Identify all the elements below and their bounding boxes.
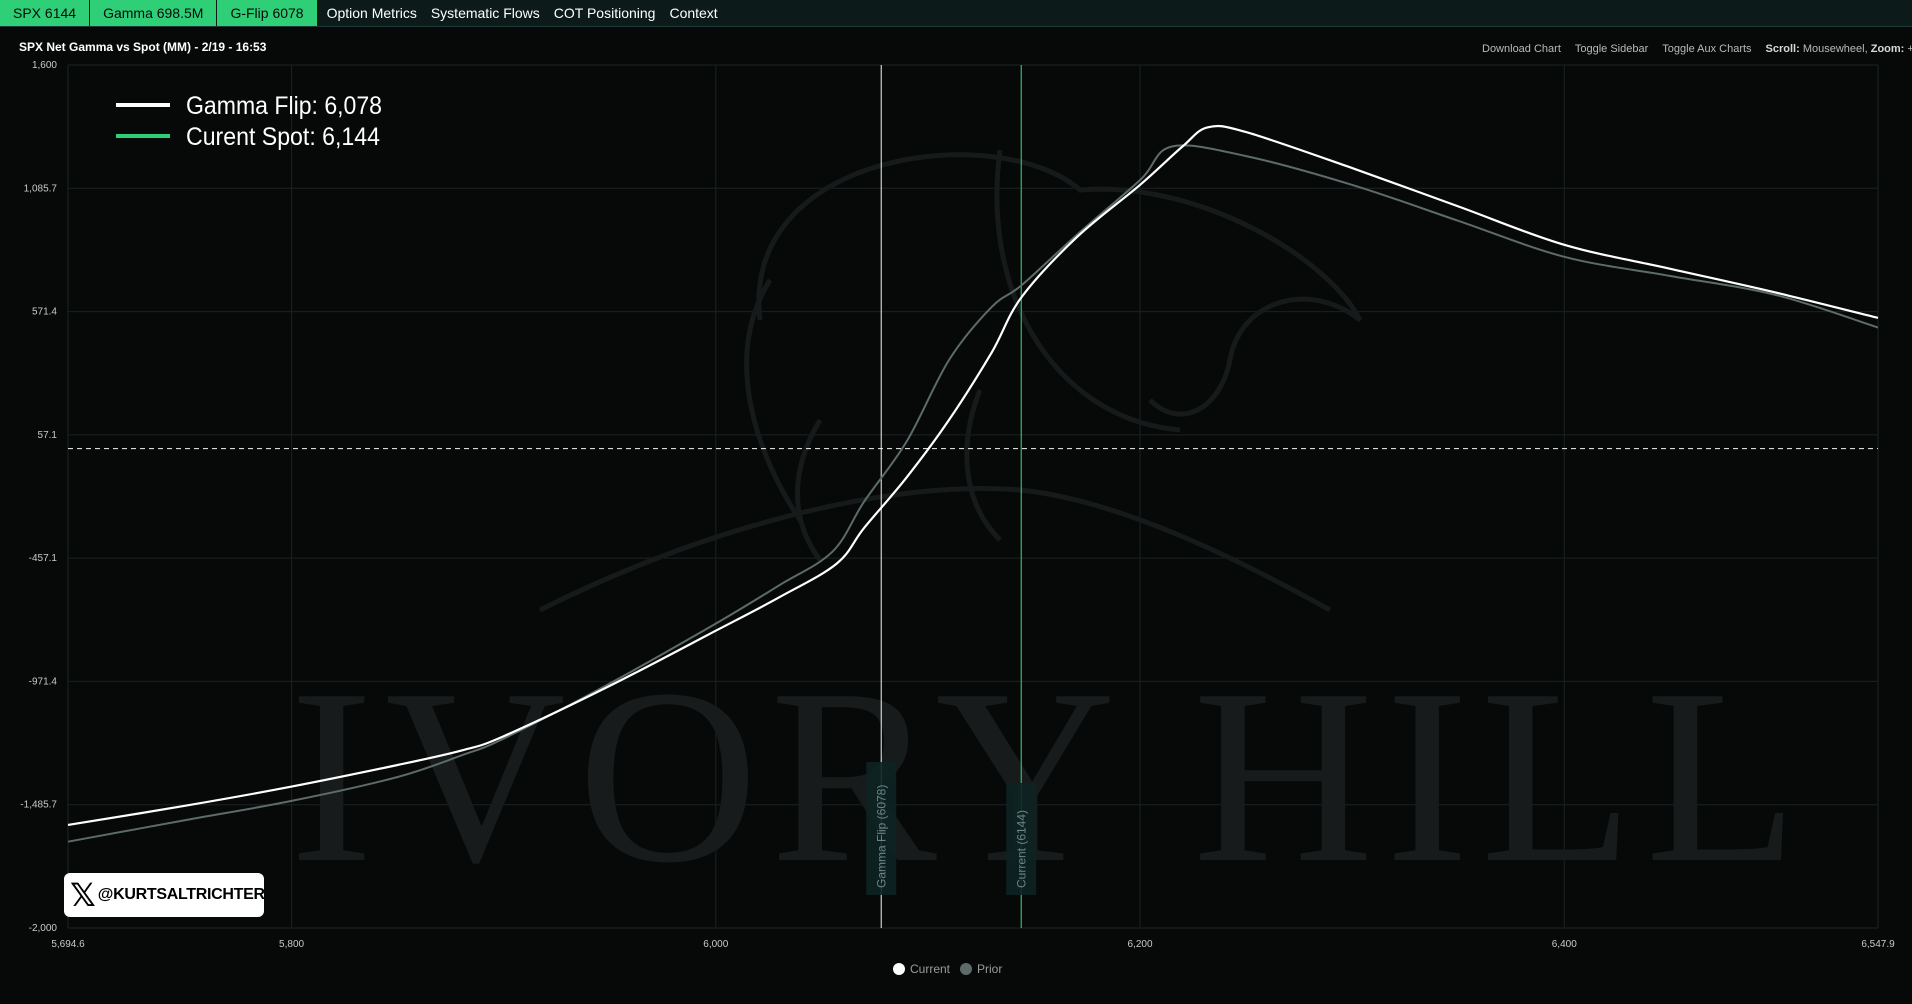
bottom-legend: Current Prior: [893, 962, 1002, 976]
x-handle-badge[interactable]: 𝕏 @KURTSALTRICHTER: [64, 873, 265, 917]
y-tick-label: -1,485.7: [20, 800, 57, 811]
x-tick-label: 6,547.9: [1861, 939, 1895, 950]
x-tick-label: 5,694.6: [51, 939, 85, 950]
y-tick-label: 571.4: [32, 307, 57, 318]
y-tick-label: 57.1: [38, 430, 58, 441]
x-logo-icon: 𝕏: [70, 876, 96, 914]
gamma-chart[interactable]: IVORY HILL 1,600 1,085.7 571.4 57.1 -457.1 -9…: [0, 0, 1912, 1004]
x-handle: @KURTSALTRICHTER: [97, 886, 265, 903]
y-tick-label: -2,000: [29, 923, 58, 934]
y-tick-label: 1,085.7: [24, 183, 58, 194]
top-legend: Gamma Flip: 6,078 Curent Spot: 6,144: [116, 92, 382, 151]
gamma-flip-vline-label: Gamma Flip (6078): [874, 785, 888, 888]
legend-current-swatch: [893, 963, 905, 975]
y-tick-label: -457.1: [29, 553, 58, 564]
watermark-elephant-logo: [538, 149, 1363, 613]
x-tick-label: 6,200: [1128, 939, 1153, 950]
x-axis: 5,694.6 5,800 6,000 6,200 6,400 6,547.9: [51, 939, 1895, 950]
x-tick-label: 6,400: [1552, 939, 1577, 950]
y-tick-label: -971.4: [29, 676, 58, 687]
legend-item-current[interactable]: Current: [893, 962, 950, 976]
current-spot-vline-label: Current (6144): [1014, 810, 1028, 888]
watermark-text: IVORY HILL: [290, 638, 1810, 915]
x-tick-label: 5,800: [279, 939, 304, 950]
legend-prior-swatch: [960, 963, 973, 975]
y-axis: 1,600 1,085.7 571.4 57.1 -457.1 -971.4 -1,485.…: [20, 60, 57, 934]
legend-prior-label: Prior: [977, 962, 1003, 976]
current-spot-legend-label: Curent Spot: 6,144: [186, 123, 380, 151]
gamma-flip-legend-label: Gamma Flip: 6,078: [186, 92, 382, 120]
x-tick-label: 6,000: [703, 939, 728, 950]
legend-item-prior[interactable]: Prior: [960, 962, 1002, 976]
legend-current-label: Current: [910, 962, 951, 976]
y-tick-label: 1,600: [32, 60, 57, 71]
